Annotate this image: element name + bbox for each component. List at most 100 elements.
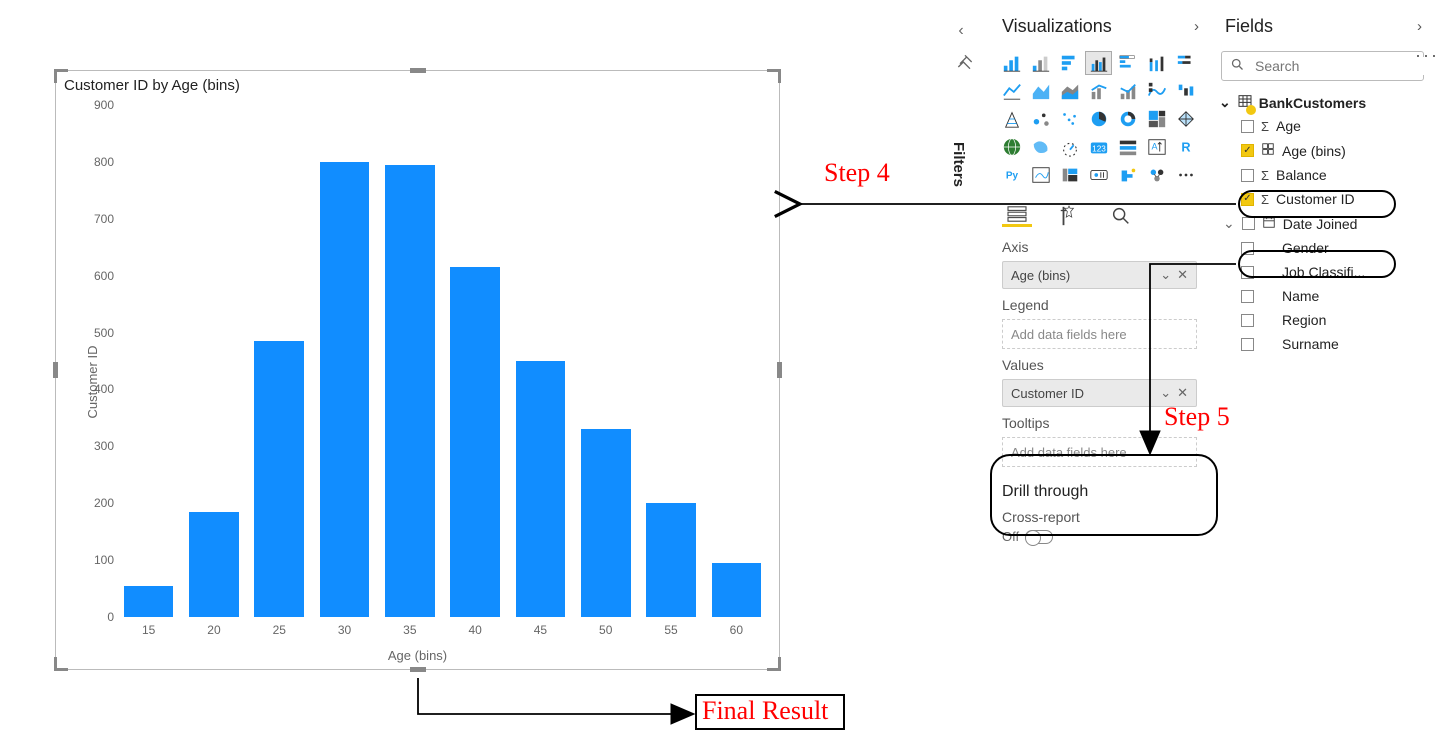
viz-type-0[interactable] xyxy=(998,51,1025,75)
fields-search[interactable] xyxy=(1221,51,1424,81)
viz-type-28[interactable]: Py xyxy=(998,163,1025,187)
viz-type-2[interactable] xyxy=(1056,51,1083,75)
x-tick-label: 55 xyxy=(638,623,703,637)
y-tick-label: 100 xyxy=(94,553,114,567)
viz-panel-collapse-button[interactable]: › xyxy=(1190,18,1203,35)
resize-handle-tr[interactable] xyxy=(767,69,781,83)
checkbox[interactable] xyxy=(1241,290,1254,303)
resize-handle-top[interactable] xyxy=(410,68,426,73)
remove-field-icon[interactable]: ✕ xyxy=(1177,267,1188,283)
viz-type-30[interactable] xyxy=(1056,163,1083,187)
field-age[interactable]: Σ Age xyxy=(1215,114,1430,138)
viz-type-15[interactable] xyxy=(1027,107,1054,131)
tab-analytics[interactable] xyxy=(1106,205,1136,227)
annotation-final-result: Final Result xyxy=(702,696,828,726)
viz-type-34[interactable] xyxy=(1172,163,1199,187)
y-tick-label: 800 xyxy=(94,155,114,169)
field-label: Name xyxy=(1282,288,1319,304)
bar-25[interactable]: 25 xyxy=(247,105,312,617)
y-tick-label: 500 xyxy=(94,326,114,340)
viz-type-5[interactable] xyxy=(1143,51,1170,75)
filter-eraser-icon[interactable] xyxy=(950,52,980,92)
viz-type-23[interactable] xyxy=(1056,135,1083,159)
bar-20[interactable]: 20 xyxy=(181,105,246,617)
bar-45[interactable]: 45 xyxy=(508,105,573,617)
checkbox[interactable] xyxy=(1241,120,1254,133)
field-region[interactable]: Region xyxy=(1215,308,1430,332)
remove-field-icon[interactable]: ✕ xyxy=(1177,385,1188,401)
bar-55[interactable]: 55 xyxy=(638,105,703,617)
bar-15[interactable]: 15 xyxy=(116,105,181,617)
field-age-bins[interactable]: Age (bins) xyxy=(1215,138,1430,163)
chevron-down-icon[interactable]: ⌄ xyxy=(1160,385,1171,401)
table-bankcustomers[interactable]: ⌄ BankCustomers xyxy=(1215,91,1430,114)
viz-type-13[interactable] xyxy=(1172,79,1199,103)
viz-type-31[interactable] xyxy=(1085,163,1112,187)
bar-35[interactable]: 35 xyxy=(377,105,442,617)
viz-type-12[interactable] xyxy=(1143,79,1170,103)
viz-type-1[interactable] xyxy=(1027,51,1054,75)
viz-type-10[interactable] xyxy=(1085,79,1112,103)
viz-type-21[interactable] xyxy=(998,135,1025,159)
bar-60[interactable]: 60 xyxy=(704,105,769,617)
tab-format[interactable] xyxy=(1054,205,1084,227)
search-input[interactable] xyxy=(1253,57,1438,75)
bars-container: 15202530354045505560 xyxy=(116,105,769,617)
chart-title: Customer ID by Age (bins) xyxy=(64,77,240,94)
legend-field-drop[interactable]: Add data fields here xyxy=(1002,319,1197,349)
viz-type-9[interactable] xyxy=(1056,79,1083,103)
checkbox[interactable] xyxy=(1242,217,1255,230)
viz-type-26[interactable]: A xyxy=(1143,135,1170,159)
viz-type-29[interactable] xyxy=(1027,163,1054,187)
chevron-down-icon[interactable]: ⌄ xyxy=(1160,267,1171,283)
viz-type-8[interactable] xyxy=(1027,79,1054,103)
x-tick-label: 25 xyxy=(247,623,312,637)
viz-type-7[interactable] xyxy=(998,79,1025,103)
checkbox[interactable] xyxy=(1241,169,1254,182)
y-tick-label: 300 xyxy=(94,439,114,453)
viz-type-19[interactable] xyxy=(1143,107,1170,131)
x-tick-label: 15 xyxy=(116,623,181,637)
bar-rect xyxy=(646,503,696,617)
y-tick-label: 900 xyxy=(94,98,114,112)
viz-type-27[interactable]: R xyxy=(1172,135,1199,159)
checkbox[interactable] xyxy=(1241,314,1254,327)
bar-rect xyxy=(189,512,239,617)
viz-type-20[interactable] xyxy=(1172,107,1199,131)
x-tick-label: 20 xyxy=(181,623,246,637)
viz-type-16[interactable] xyxy=(1056,107,1083,131)
viz-type-33[interactable] xyxy=(1143,163,1170,187)
field-name[interactable]: Name xyxy=(1215,284,1430,308)
bar-rect xyxy=(712,563,762,617)
bar-40[interactable]: 40 xyxy=(442,105,507,617)
field-balance[interactable]: Σ Balance xyxy=(1215,163,1430,187)
x-axis-title: Age (bins) xyxy=(56,648,779,663)
viz-type-22[interactable] xyxy=(1027,135,1054,159)
viz-type-32[interactable] xyxy=(1114,163,1141,187)
y-axis-ticks: 0100200300400500600700800900 xyxy=(84,105,114,617)
axis-field[interactable]: Age (bins) ⌄✕ xyxy=(1002,261,1197,289)
chart-visual-container[interactable]: Customer ID by Age (bins) Customer ID 01… xyxy=(55,70,780,670)
fields-title: Fields xyxy=(1225,16,1273,37)
filters-pane-label[interactable]: Filters xyxy=(950,142,967,187)
tab-fields[interactable] xyxy=(1002,205,1032,227)
viz-type-4[interactable] xyxy=(1114,51,1141,75)
viz-type-6[interactable] xyxy=(1172,51,1199,75)
checkbox[interactable] xyxy=(1241,144,1254,157)
fields-collapse-button[interactable]: › xyxy=(1413,18,1426,35)
table-name: BankCustomers xyxy=(1259,95,1366,111)
filters-expand-button[interactable]: ‹ xyxy=(950,20,972,42)
bar-rect xyxy=(254,341,304,617)
bar-50[interactable]: 50 xyxy=(573,105,638,617)
viz-type-17[interactable] xyxy=(1085,107,1112,131)
field-surname[interactable]: Surname xyxy=(1215,332,1430,356)
bar-30[interactable]: 30 xyxy=(312,105,377,617)
viz-type-25[interactable] xyxy=(1114,135,1141,159)
checkbox[interactable] xyxy=(1241,338,1254,351)
y-tick-label: 0 xyxy=(107,610,114,624)
viz-type-24[interactable]: 123 xyxy=(1085,135,1112,159)
viz-type-14[interactable] xyxy=(998,107,1025,131)
viz-type-3[interactable] xyxy=(1085,51,1112,75)
viz-type-11[interactable] xyxy=(1114,79,1141,103)
viz-type-18[interactable] xyxy=(1114,107,1141,131)
